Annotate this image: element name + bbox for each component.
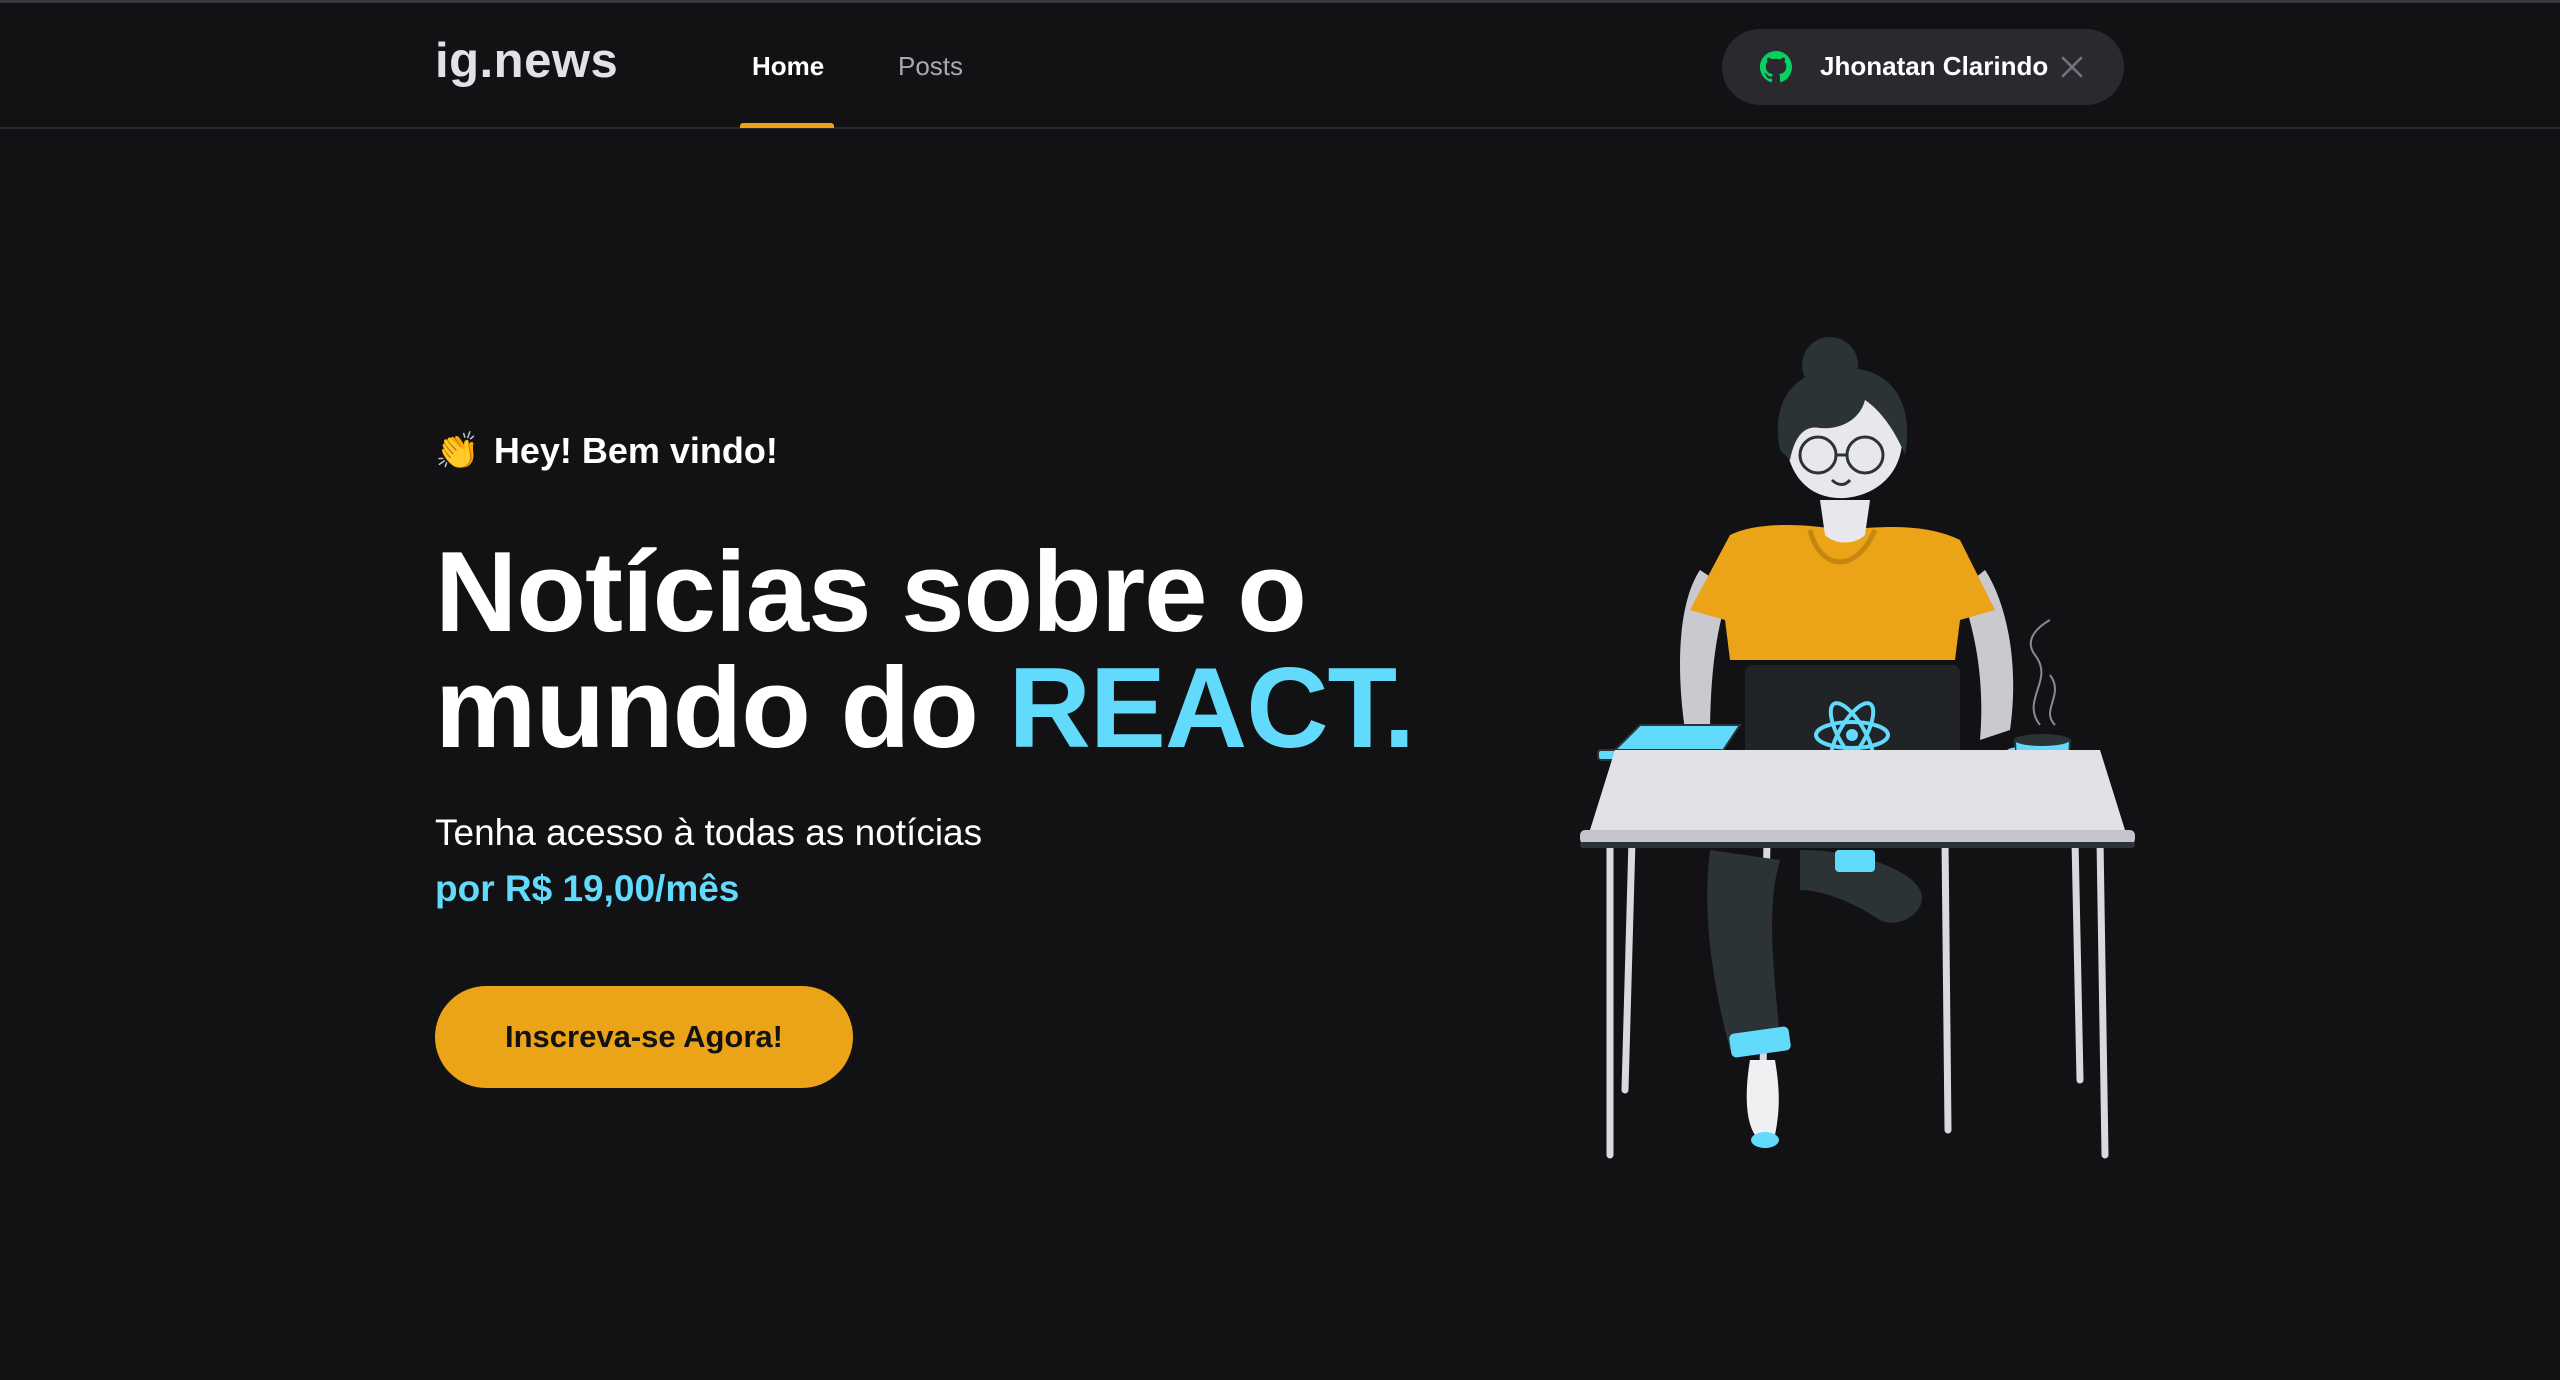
welcome-text: 👏 Hey! Bem vindo! [435, 430, 778, 472]
subscribe-button[interactable]: Inscreva-se Agora! [435, 986, 853, 1088]
nav-active-indicator [740, 123, 834, 128]
headline-accent: REACT. [1008, 645, 1416, 772]
hero-price: por R$ 19,00/mês [435, 868, 740, 909]
nav-posts-link[interactable]: Posts [898, 51, 963, 82]
user-name: Jhonatan Clarindo [1820, 51, 2049, 81]
woman-with-laptop-illustration [1580, 337, 2135, 1159]
clapping-hands-icon: 👏 [435, 430, 480, 471]
headline-line-1: Notícias sobre o [435, 529, 1307, 656]
close-icon[interactable] [2060, 55, 2084, 79]
hero-subtitle: Tenha acesso à todas as notícias [435, 812, 983, 853]
github-user-button[interactable]: Jhonatan Clarindo [1722, 29, 2124, 105]
site-header: ig.news Home Posts Jhonatan Clarindo [0, 3, 2560, 129]
person-legs [1707, 850, 1922, 1148]
welcome-label: Hey! Bem vindo! [493, 430, 778, 471]
headline-line-2-prefix: mundo do [435, 645, 1009, 772]
logo[interactable]: ig.news [435, 33, 618, 89]
github-icon [1760, 51, 1792, 83]
nav-home-link[interactable]: Home [752, 51, 824, 82]
hero-headline: Notícias sobre o mundo do REACT. [435, 535, 1415, 767]
